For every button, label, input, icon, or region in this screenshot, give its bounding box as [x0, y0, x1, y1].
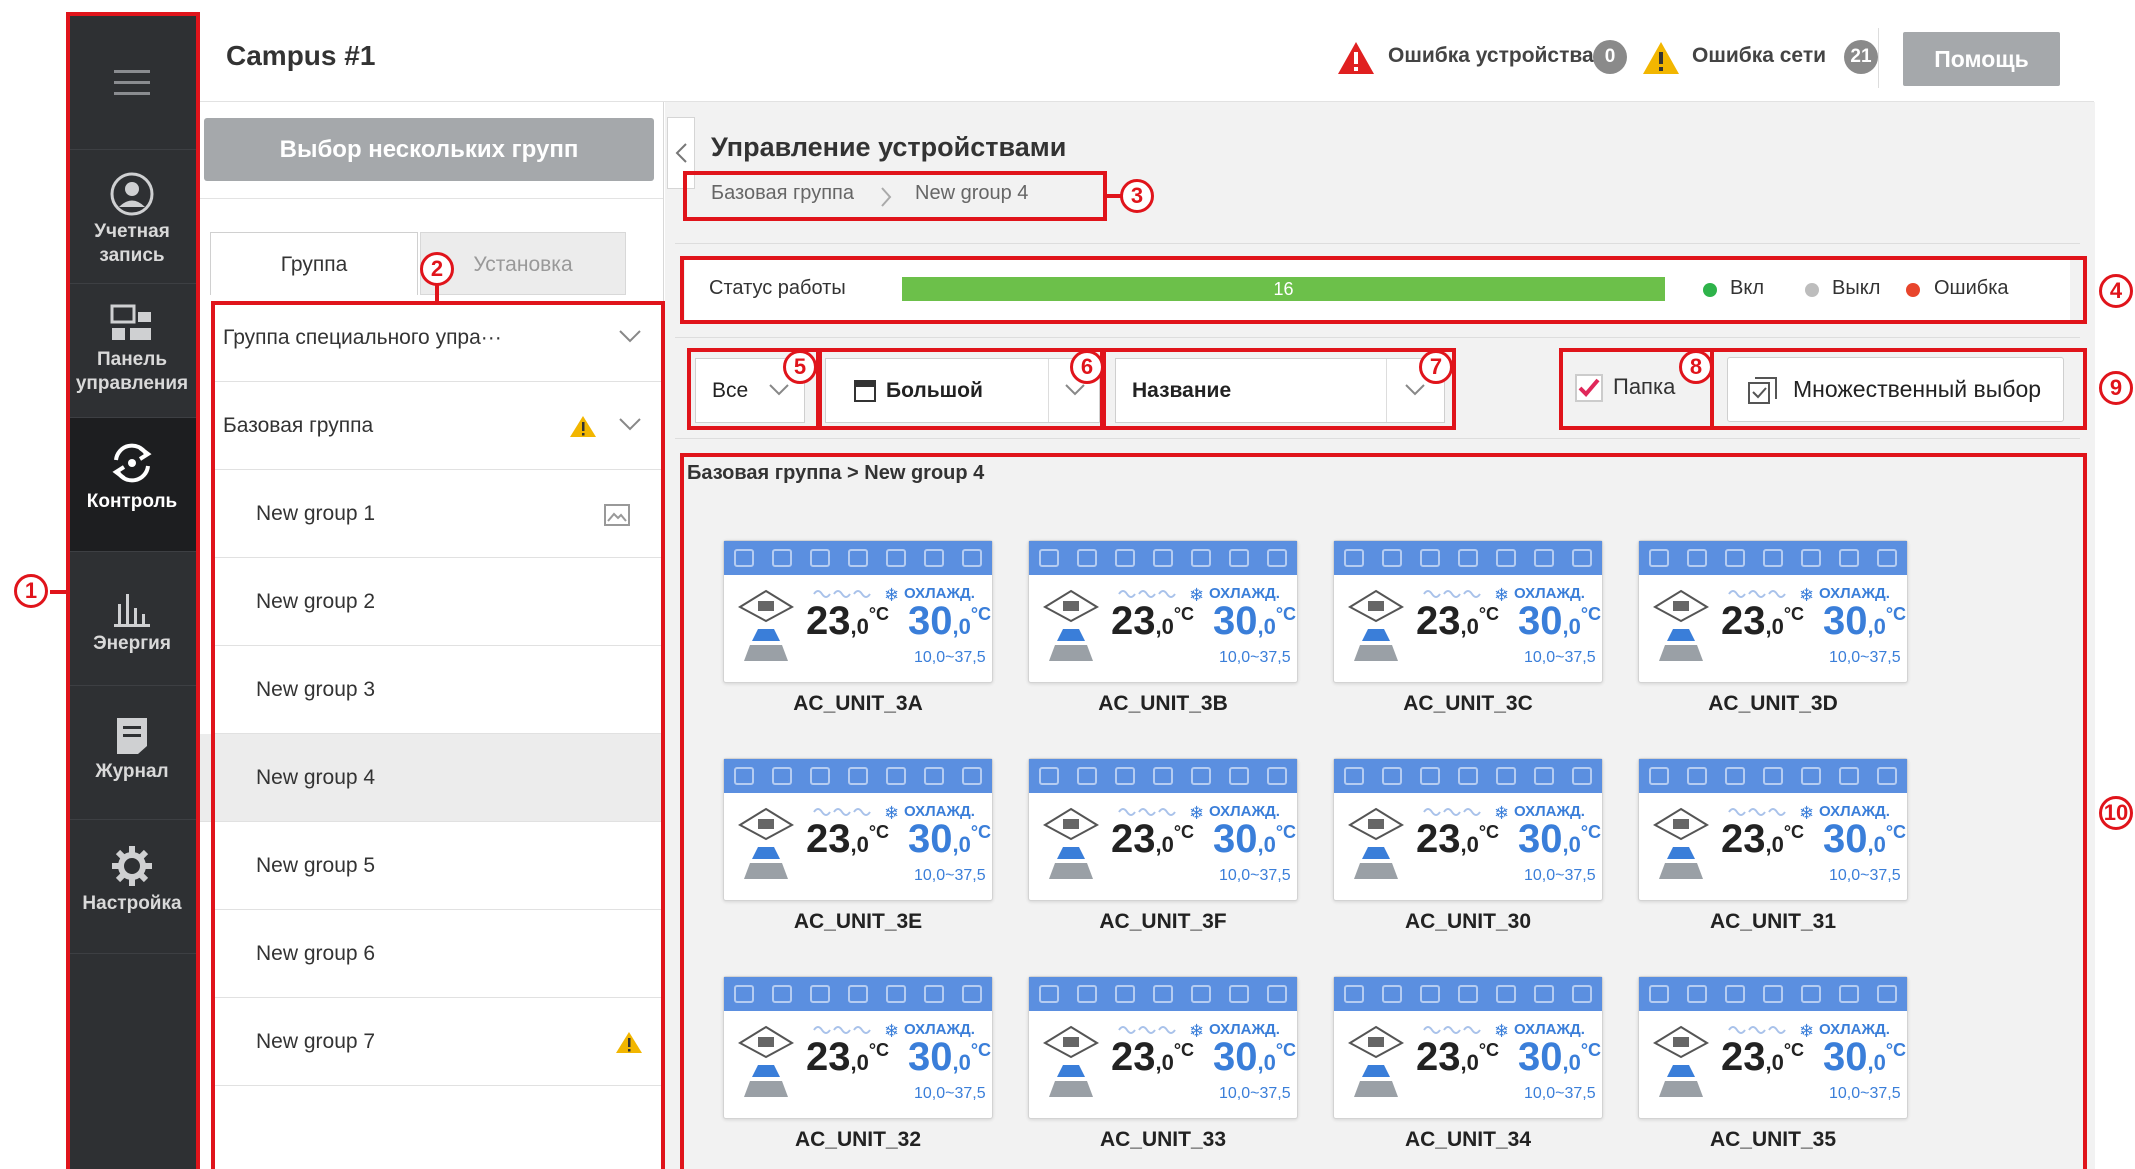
divider [675, 337, 2080, 338]
annotation-leader [435, 284, 439, 302]
annotation-marker-4: 4 [2099, 274, 2133, 308]
divider [196, 198, 663, 199]
multi-group-select-button[interactable]: Выбор нескольких групп [204, 118, 654, 181]
divider [675, 438, 2080, 439]
annotation-box-9 [1710, 348, 2087, 430]
annotation-marker-7: 7 [1419, 350, 1453, 384]
annotation-marker-2: 2 [420, 252, 454, 286]
annotation-box-3 [683, 171, 1107, 221]
page-title: Campus #1 [226, 40, 376, 71]
annotation-marker-5: 5 [783, 350, 817, 384]
tab-group[interactable]: Группа [210, 232, 418, 295]
annotation-box-10 [680, 453, 2087, 1169]
chevron-left-icon [675, 143, 687, 163]
network-error-label: Ошибка сети [1692, 44, 1827, 67]
annotation-marker-3: 3 [1120, 179, 1154, 213]
annotation-marker-8: 8 [1679, 350, 1713, 384]
annotation-box-7 [1102, 348, 1456, 430]
annotation-leader [1105, 194, 1121, 198]
annotation-marker-9: 9 [2099, 371, 2133, 405]
annotation-box-4 [680, 256, 2087, 324]
annotation-marker-1: 1 [14, 574, 48, 608]
warning-yellow-icon [1643, 42, 1679, 74]
annotation-box-6 [818, 348, 1104, 430]
annotation-box-2 [211, 301, 665, 1169]
warning-red-icon [1338, 42, 1374, 74]
help-button[interactable]: Помощь [1903, 32, 2060, 86]
top-header: Campus #1 Ошибка устройства 0 Ошибка сет… [196, 14, 2094, 102]
device-error-count-badge[interactable]: 0 [1593, 40, 1627, 74]
annotation-marker-10: 10 [2099, 796, 2133, 830]
divider [675, 243, 2080, 244]
network-error-count-badge[interactable]: 21 [1844, 40, 1878, 74]
annotation-marker-6: 6 [1070, 350, 1104, 384]
header-divider [1878, 28, 1879, 88]
annotation-leader [50, 590, 68, 594]
annotation-box-1 [66, 12, 200, 1169]
device-error-label: Ошибка устройства [1388, 44, 1594, 67]
main-title: Управление устройствами [711, 132, 1067, 162]
